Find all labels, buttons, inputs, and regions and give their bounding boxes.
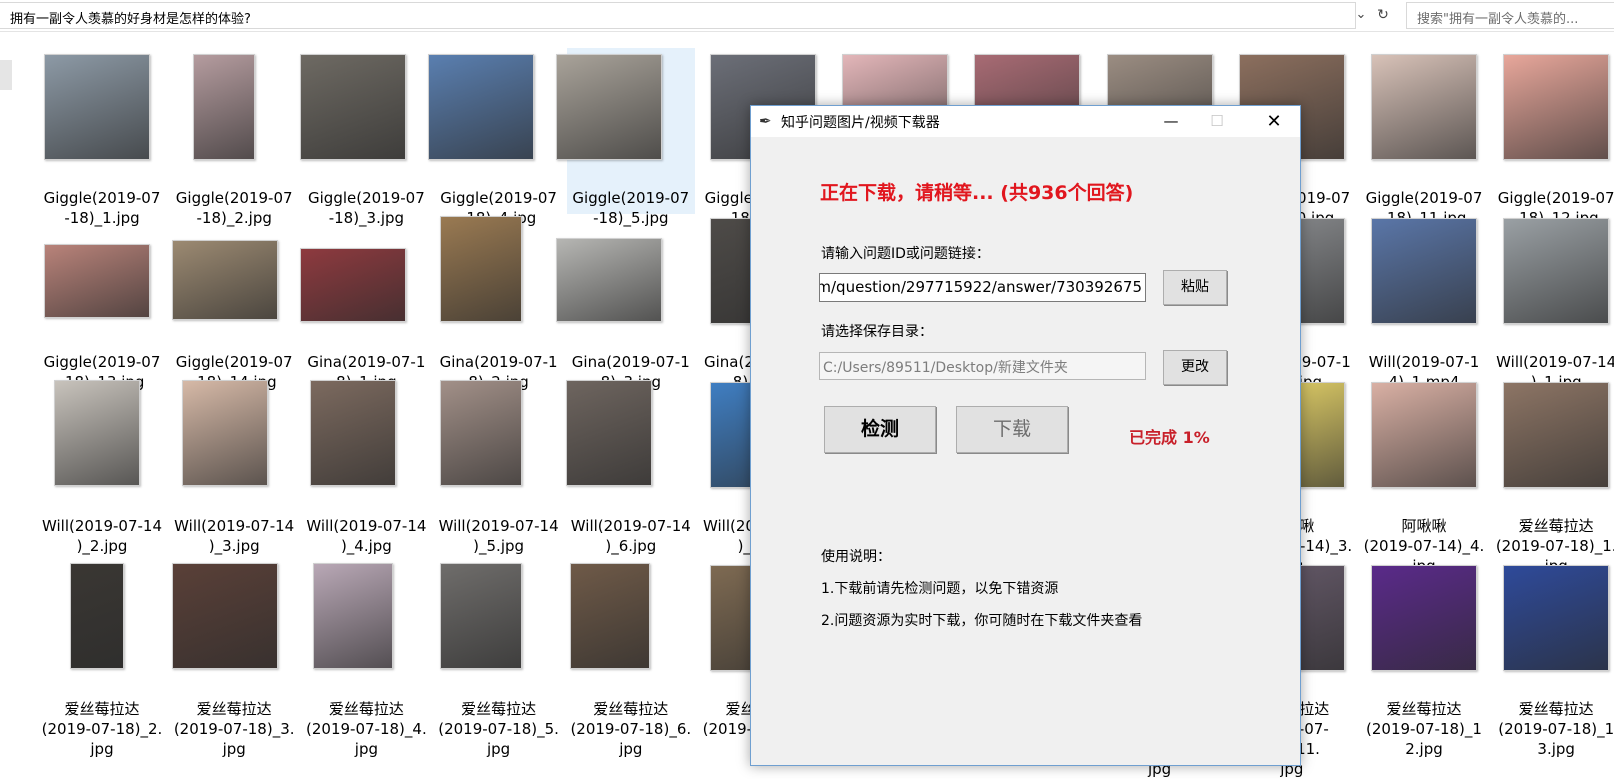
download-status: 正在下载，请稍等... (共936个回答) bbox=[820, 182, 1134, 204]
search-input[interactable]: 搜索"拥有一副令人羡慕的... bbox=[1406, 2, 1614, 29]
title-bar[interactable]: ✒ 知乎问题图片/视频下载器 — ☐ ✕ bbox=[751, 106, 1300, 137]
file-tile[interactable]: Giggle(2019-07 -18)_5.jpg bbox=[556, 48, 695, 227]
file-thumbnail bbox=[300, 54, 406, 160]
file-tile[interactable]: 爱丝莓拉达 (2019-07-18)_6. jpg bbox=[567, 559, 695, 758]
file-name: Will(2019-07-14 )_2.jpg bbox=[41, 517, 163, 555]
maximize-button[interactable]: ☐ bbox=[1194, 106, 1240, 137]
file-thumbnail bbox=[1503, 218, 1610, 324]
file-thumbnail bbox=[309, 380, 396, 486]
question-input[interactable]: om/question/297715922/answer/730392675 bbox=[819, 273, 1146, 302]
download-button[interactable]: 下载 bbox=[956, 406, 1068, 453]
downloader-window: ✒ 知乎问题图片/视频下载器 — ☐ ✕ 正在下载，请稍等... (共936个回… bbox=[750, 105, 1301, 766]
file-tile[interactable]: 爱丝莓拉达 (2019-07-18)_3. jpg bbox=[170, 559, 298, 758]
file-name: 爱丝莓拉达 (2019-07-18)_5. jpg bbox=[438, 700, 559, 758]
file-tile[interactable]: Giggle(2019-07 -18)_3.jpg bbox=[300, 48, 430, 227]
file-thumbnail bbox=[1503, 382, 1610, 488]
file-thumbnail bbox=[439, 380, 522, 486]
paste-button[interactable]: 粘贴 bbox=[1163, 270, 1227, 305]
search-placeholder: 搜索"拥有一副令人羡慕的... bbox=[1417, 12, 1579, 27]
directory-label: 请选择保存目录： bbox=[821, 324, 933, 340]
directory-field[interactable]: C:/Users/89511/Desktop/新建文件夹 bbox=[819, 352, 1146, 380]
file-name: 爱丝莓拉达 (2019-07-18)_4. jpg bbox=[306, 700, 427, 758]
file-tile[interactable]: Will(2019-07-14 )_1.jpg bbox=[1492, 212, 1614, 391]
progress-text: 已完成 1% bbox=[1129, 428, 1210, 447]
file-tile[interactable]: Gina(2019-07-1 8)_1.jpg bbox=[300, 212, 430, 391]
file-tile[interactable]: Giggle(2019-07 -18)_14.jpg bbox=[170, 212, 298, 391]
file-tile[interactable]: 爱丝莓拉达 (2019-07-18)_5. jpg bbox=[435, 559, 563, 758]
refresh-icon[interactable]: ↻ bbox=[1374, 6, 1392, 24]
file-tile[interactable]: Will(2019-07-14 )_2.jpg bbox=[38, 376, 166, 555]
file-thumbnail bbox=[1371, 218, 1477, 324]
file-tile[interactable]: Giggle(2019-07 -18)_12.jpg bbox=[1492, 48, 1614, 227]
file-thumbnail bbox=[1503, 54, 1610, 160]
address-field[interactable]: 拥有一副令人羡慕的好身材是怎样的体验? bbox=[0, 2, 1356, 29]
minimize-button[interactable]: — bbox=[1148, 106, 1194, 137]
file-tile[interactable]: Will(2019-07-14 )_5.jpg bbox=[435, 376, 563, 555]
file-name: Will(2019-07-14 )_4.jpg bbox=[306, 517, 427, 555]
file-thumbnail bbox=[70, 563, 124, 669]
file-tile[interactable]: Gina(2019-07-1 8)_2.jpg bbox=[435, 212, 563, 391]
file-tile[interactable]: Giggle(2019-07 -18)_2.jpg bbox=[170, 48, 298, 227]
file-name: 爱丝莓拉达 (2019-07-18)_1 3.jpg bbox=[1498, 700, 1614, 758]
file-thumbnail bbox=[428, 54, 534, 160]
file-tile[interactable]: Giggle(2019-07 -18)_11.jpg bbox=[1360, 48, 1488, 227]
feather-icon: ✒ bbox=[759, 112, 772, 130]
file-tile[interactable]: Gina(2019-07-1 8)_3.jpg bbox=[556, 212, 695, 391]
help-title: 使用说明： bbox=[821, 549, 891, 565]
file-tile[interactable]: 爱丝莓拉达 (2019-07-18)_1 2.jpg bbox=[1360, 559, 1488, 758]
file-thumbnail bbox=[556, 54, 662, 160]
file-thumbnail bbox=[181, 380, 268, 486]
file-thumbnail bbox=[569, 563, 650, 669]
file-thumbnail bbox=[1371, 382, 1477, 488]
detect-button[interactable]: 检测 bbox=[824, 406, 936, 453]
file-thumbnail bbox=[312, 563, 393, 669]
file-name: 爱丝莓拉达 (2019-07-18)_1 2.jpg bbox=[1366, 700, 1482, 758]
file-tile[interactable]: Will(2019-07-14 )_4.jpg bbox=[302, 376, 430, 555]
file-thumbnail bbox=[1371, 54, 1477, 160]
help-line-2: 2.问题资源为实时下载，你可随时在下载文件夹查看 bbox=[821, 613, 1143, 629]
file-tile[interactable]: Giggle(2019-07 -18)_13.jpg bbox=[38, 212, 166, 391]
file-thumbnail bbox=[171, 240, 278, 320]
address-bar: 拥有一副令人羡慕的好身材是怎样的体验? ⌄ ↻ 搜索"拥有一副令人羡慕的... bbox=[0, 0, 1614, 32]
file-name: Will(2019-07-14 )_6.jpg bbox=[570, 517, 691, 555]
file-thumbnail bbox=[1371, 565, 1477, 671]
directory-value: C:/Users/89511/Desktop/新建文件夹 bbox=[823, 360, 1068, 376]
file-thumbnail bbox=[54, 380, 140, 486]
window-title: 知乎问题图片/视频下载器 bbox=[781, 115, 940, 131]
file-tile[interactable]: Will(2019-07-1 4)_1.mp4 bbox=[1360, 212, 1488, 391]
file-tile[interactable]: Giggle(2019-07 -18)_4.jpg bbox=[428, 48, 563, 227]
file-thumbnail bbox=[192, 54, 255, 160]
file-name: 爱丝莓拉达 (2019-07-18)_2. jpg bbox=[41, 700, 163, 758]
file-tile[interactable]: 爱丝莓拉达 (2019-07-18)_2. jpg bbox=[38, 559, 166, 758]
file-name: Will(2019-07-14 )_5.jpg bbox=[438, 517, 559, 555]
file-thumbnail bbox=[439, 216, 522, 322]
file-tile[interactable]: 爱丝莓拉达 (2019-07-18)_1 3.jpg bbox=[1492, 559, 1614, 758]
question-value: om/question/297715922/answer/730392675 bbox=[819, 278, 1142, 296]
help-line-1: 1.下载前请先检测问题，以免下错资源 bbox=[821, 581, 1059, 597]
file-tile[interactable]: 爱丝莓拉达 (2019-07-18)_1. jpg bbox=[1492, 376, 1614, 575]
chevron-down-icon[interactable]: ⌄ bbox=[1352, 6, 1370, 24]
address-path: 拥有一副令人羡慕的好身材是怎样的体验? bbox=[10, 12, 251, 27]
file-tile[interactable]: 阿啾啾 (2019-07-14)_4. jpg bbox=[1360, 376, 1488, 575]
close-button[interactable]: ✕ bbox=[1251, 106, 1297, 137]
file-name: Will(2019-07-14 )_3.jpg bbox=[174, 517, 295, 555]
file-thumbnail bbox=[44, 54, 150, 160]
file-thumbnail bbox=[556, 238, 662, 322]
file-name: 爱丝莓拉达 (2019-07-18)_3. jpg bbox=[173, 700, 295, 758]
question-label: 请输入问题ID或问题链接： bbox=[821, 246, 990, 262]
file-thumbnail bbox=[566, 380, 652, 486]
file-thumbnail bbox=[439, 563, 522, 669]
file-thumbnail bbox=[171, 563, 278, 669]
file-tile[interactable]: Giggle(2019-07 -18)_1.jpg bbox=[38, 48, 166, 227]
file-thumbnail bbox=[1503, 565, 1610, 671]
file-tile[interactable]: 爱丝莓拉达 (2019-07-18)_4. jpg bbox=[302, 559, 430, 758]
file-name: 爱丝莓拉达 (2019-07-18)_6. jpg bbox=[570, 700, 692, 758]
change-directory-button[interactable]: 更改 bbox=[1163, 350, 1227, 385]
file-thumbnail bbox=[300, 248, 406, 322]
file-thumbnail bbox=[44, 244, 150, 318]
file-tile[interactable]: Will(2019-07-14 )_3.jpg bbox=[170, 376, 298, 555]
file-tile[interactable]: Will(2019-07-14 )_6.jpg bbox=[566, 376, 695, 555]
